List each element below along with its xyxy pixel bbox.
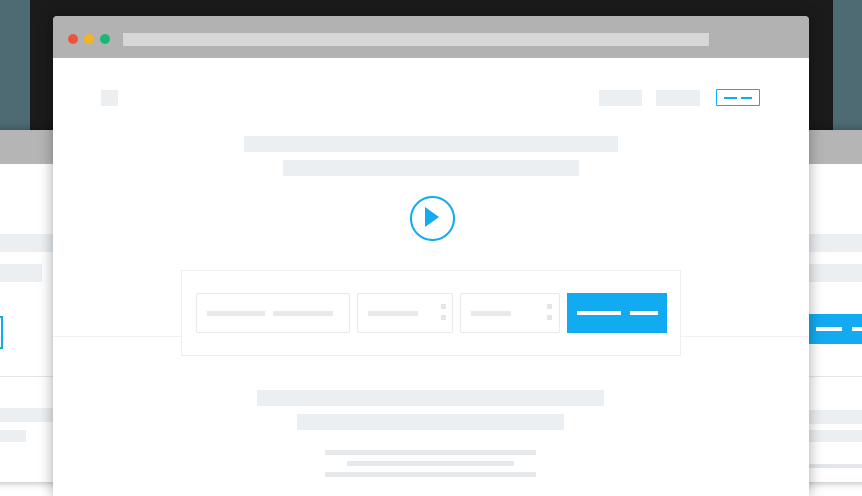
section-text-line <box>347 461 514 466</box>
nav-link[interactable] <box>656 90 700 106</box>
background-cta-outline <box>0 316 3 349</box>
chevron-up-icon <box>441 304 446 309</box>
placeholder-text <box>0 264 42 282</box>
search-form <box>181 270 681 356</box>
placeholder-text <box>0 430 26 442</box>
site-logo[interactable] <box>101 90 118 106</box>
input-placeholder <box>273 311 333 316</box>
guests-select[interactable] <box>460 293 560 333</box>
section-heading <box>257 390 604 406</box>
placeholder-text <box>808 264 862 282</box>
nav-cta-button[interactable] <box>716 89 760 106</box>
address-bar[interactable] <box>123 33 709 46</box>
placeholder-text <box>808 234 862 252</box>
placeholder-text <box>808 410 862 424</box>
section-text-line <box>325 472 536 477</box>
chevron-down-icon <box>547 315 552 320</box>
divider <box>808 376 862 377</box>
chevron-up-icon <box>547 304 552 309</box>
browser-titlebar <box>53 16 809 58</box>
date-select[interactable] <box>357 293 453 333</box>
close-window-icon[interactable] <box>68 34 78 44</box>
minimize-window-icon[interactable] <box>84 34 94 44</box>
backdrop-right-panel <box>833 0 862 130</box>
placeholder-text <box>808 430 862 442</box>
section-subheading <box>297 414 564 430</box>
section-text-line <box>325 450 536 455</box>
backdrop-left-panel <box>0 0 30 130</box>
button-label-placeholder <box>630 311 658 315</box>
location-input[interactable] <box>196 293 350 333</box>
placeholder-text <box>0 408 56 422</box>
chevron-down-icon <box>441 315 446 320</box>
search-submit-button[interactable] <box>567 293 667 333</box>
background-cta-button <box>808 314 862 344</box>
placeholder-text <box>808 464 862 468</box>
play-button[interactable] <box>410 196 455 241</box>
browser-window <box>53 16 809 496</box>
hero-subheadline <box>283 160 579 176</box>
play-icon <box>425 207 439 227</box>
maximize-window-icon[interactable] <box>100 34 110 44</box>
select-placeholder <box>368 311 418 316</box>
input-placeholder <box>207 311 265 316</box>
divider <box>0 376 56 377</box>
select-placeholder <box>471 311 511 316</box>
placeholder-text <box>0 234 56 252</box>
hero-headline <box>244 136 618 152</box>
button-label-placeholder <box>577 311 621 315</box>
nav-link[interactable] <box>599 90 642 106</box>
